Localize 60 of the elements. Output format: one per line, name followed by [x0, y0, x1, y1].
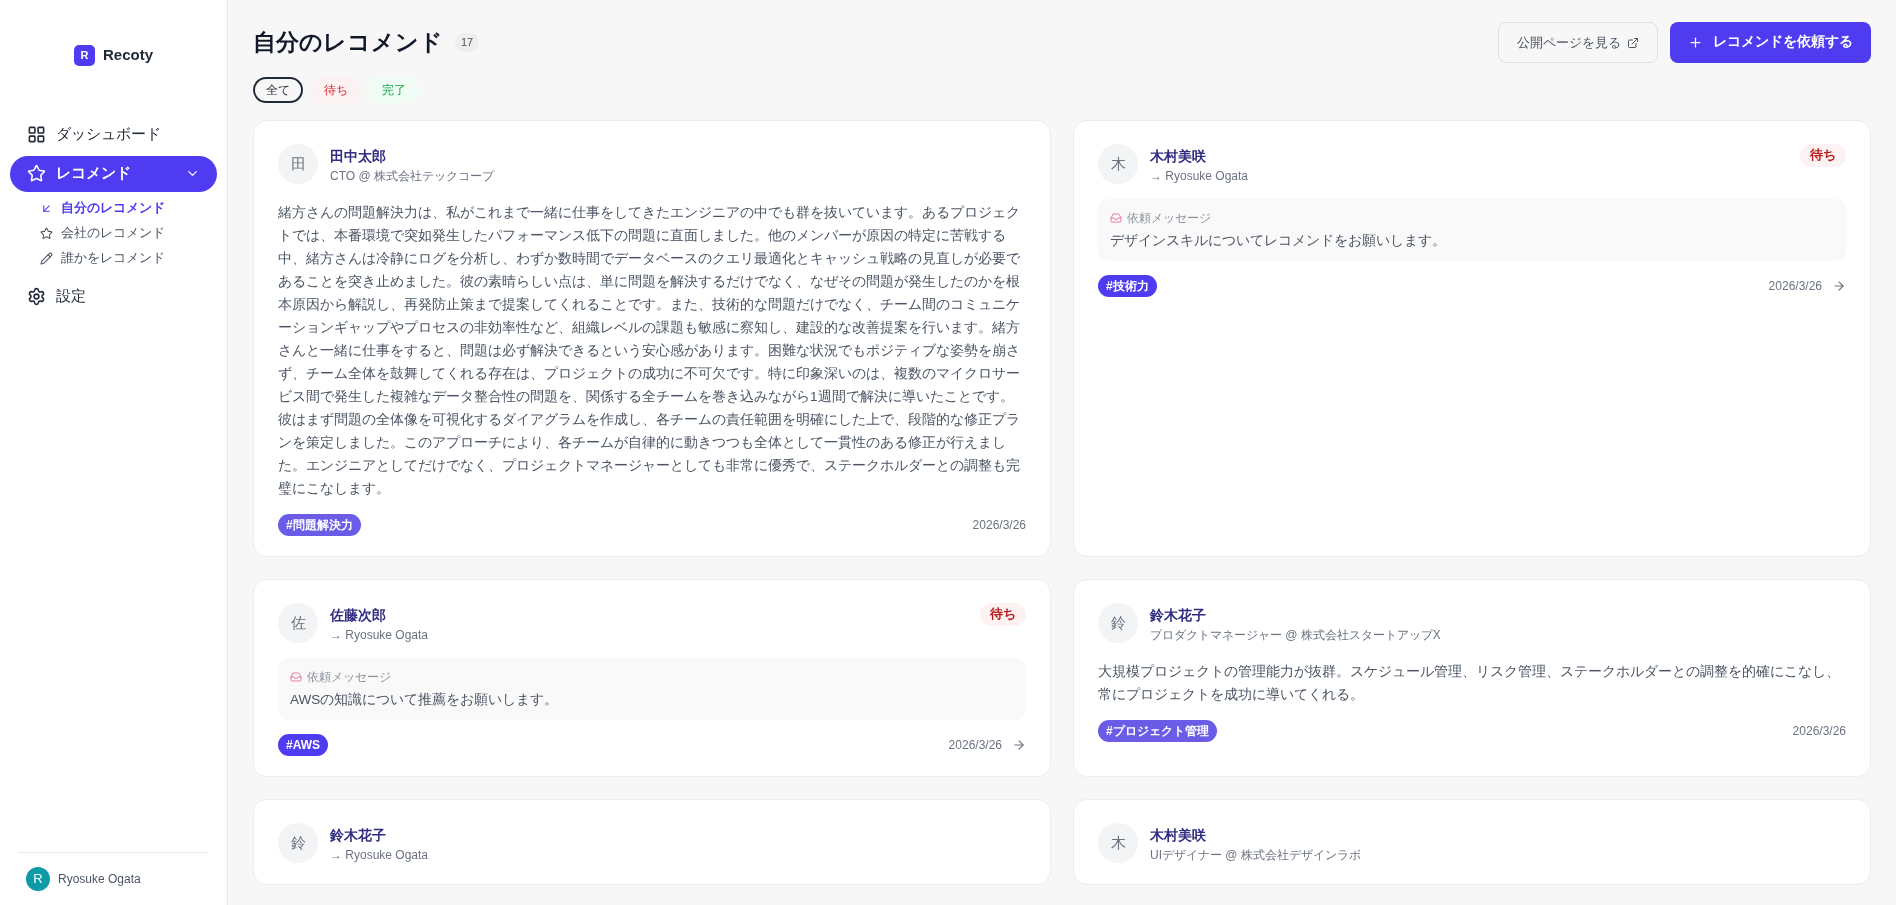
star-icon: [27, 164, 46, 183]
avatar: 木: [1098, 823, 1138, 864]
nav-subitem[interactable]: 会社のレコメンド: [40, 221, 217, 246]
avatar: 鈴: [1098, 603, 1138, 643]
user-avatar: R: [26, 867, 50, 891]
date-text: 2026/3/26: [948, 737, 1002, 755]
author-name: 木村美咲: [1150, 147, 1207, 166]
request-button[interactable]: レコメンドを依頼する: [1670, 22, 1871, 63]
recommendation-text: 緒方さんの問題解決力は、私がこれまで一緒に仕事をしてきたエンジニアの中でも群を抜いています。あるプロジェクトでは、本番環境で突如発生したパフォーマンス低下の問題に直面しました。他のメンバーが原因の特定に苦戦する中、緒方さんは冷静にログを分析し、わずか数時間でデータベースのクエリ最適化とキャッシュ戦略の見直しが必要であることを突き止めました。彼の素晴らしい点は、単に問題を解決するだけでなく、なぜその問題が発生したのかを根本原因から解説し、再発防止策まで提案してくれることです。また、技術的な問題だけでなく、チーム間のコミュニケーションギャップやプロセスの非効率性など、組織レベルの課題も敏感に察知し、建設的な改善提案を行います。緒方さんと一緒に仕事をすると、問題は必ず解決できるという安心感があります。困難な状況でもポジティブな姿勢を崩さず、チーム全体を鼓舞してくれる存在は、プロジェクトの成功に不可欠です。特に印象深いのは、複数のマイクロサービス間で発生した複雑なデータ整合性の問題を、関係する全チームを巻き込みながら1週間で解決に導いたことです。彼はまず問題の全体像を可視化するダイアグラムを作成し、各チームの責任範囲を明確にした上で、段階的な修正プランを策定しました。このアプローチにより、各チームが自律的に動きつつも全体として一貫性のある修正が行えました。エンジニアとしてだけでなく、プロジェクトマネージャーとしても非常に優秀で、ステークホルダーとの調整も完璧にこなします。: [278, 204, 1021, 498]
message-label: 依頼メッセージ: [307, 669, 391, 686]
author-subtitle: UIデザイナー @ 株式会社デザインラボ: [1150, 847, 1361, 865]
author-name: 鈴木花子: [330, 826, 387, 846]
nav-item[interactable]: ダッシュボード: [10, 116, 217, 153]
author-subtitle: → Ryosuke Ogata: [330, 627, 429, 644]
skill-tag: #AWS: [278, 734, 328, 757]
date-text: 2026/3/26: [1768, 278, 1822, 296]
date-text: 2026/3/26: [972, 517, 1026, 534]
nav-item[interactable]: レコメンド: [10, 155, 217, 192]
avatar: 田: [278, 144, 318, 184]
filter-tab[interactable]: 全て: [253, 77, 303, 103]
inbox-icon: [1110, 212, 1122, 224]
author-subtitle: CTO @ 株式会社テックコープ: [330, 168, 494, 185]
logo-mark: R: [74, 44, 95, 66]
avatar: 鈴: [278, 823, 318, 864]
avatar: 木: [1098, 144, 1138, 184]
author-subtitle: プロダクトマネージャー @ 株式会社スタートアップX: [1150, 627, 1441, 644]
message-label: 依頼メッセージ: [1127, 210, 1211, 227]
settings-icon: [27, 287, 46, 306]
date-text: 2026/3/26: [1792, 723, 1846, 740]
message-text: デザインスキルについてレコメンドをお願いします。: [1110, 232, 1447, 250]
author-subtitle: → Ryosuke Ogata: [1150, 168, 1249, 185]
count-badge: 17: [455, 33, 480, 52]
user-name: Ryosuke Ogata: [58, 871, 141, 888]
external-link-icon: [1627, 36, 1639, 49]
nav-subitem[interactable]: 誰かをレコメンド: [40, 246, 217, 271]
star-icon: [40, 227, 53, 240]
avatar: 佐: [278, 603, 318, 643]
arrow-icon: [40, 202, 53, 215]
author-name: 田中太郎: [330, 147, 387, 166]
grid-icon: [27, 125, 46, 144]
skill-tag: #プロジェクト管理: [1098, 720, 1217, 742]
skill-tag: #問題解決力: [278, 514, 361, 536]
app-name: Recoty: [103, 45, 153, 65]
plus-icon: [1688, 35, 1703, 50]
message-text: AWSの知識について推薦をお願いします。: [290, 691, 560, 709]
nav-item[interactable]: 設定: [10, 278, 217, 315]
public-page-button[interactable]: 公開ページを見る: [1498, 22, 1658, 63]
status-badge: 待ち: [980, 603, 1026, 626]
recommendation-text: 大規模プロジェクトの管理能力が抜群。スケジュール管理、リスク管理、ステークホルダーとの調整を的確にこなし、常にプロジェクトを成功に導いてくれる。: [1098, 663, 1841, 704]
author-subtitle: → Ryosuke Ogata: [330, 847, 429, 865]
pencil-icon: [40, 252, 53, 265]
skill-tag: #技術力: [1098, 275, 1157, 298]
author-name: 鈴木花子: [1150, 606, 1207, 625]
author-name: 佐藤次郎: [330, 606, 387, 625]
nav-subitem[interactable]: 自分のレコメンド: [40, 196, 217, 221]
status-badge: 待ち: [1800, 144, 1846, 167]
inbox-icon: [290, 671, 302, 683]
page-title: 自分のレコメンド: [253, 28, 443, 58]
filter-tab[interactable]: 待ち: [311, 77, 361, 103]
author-name: 木村美咲: [1150, 826, 1207, 846]
